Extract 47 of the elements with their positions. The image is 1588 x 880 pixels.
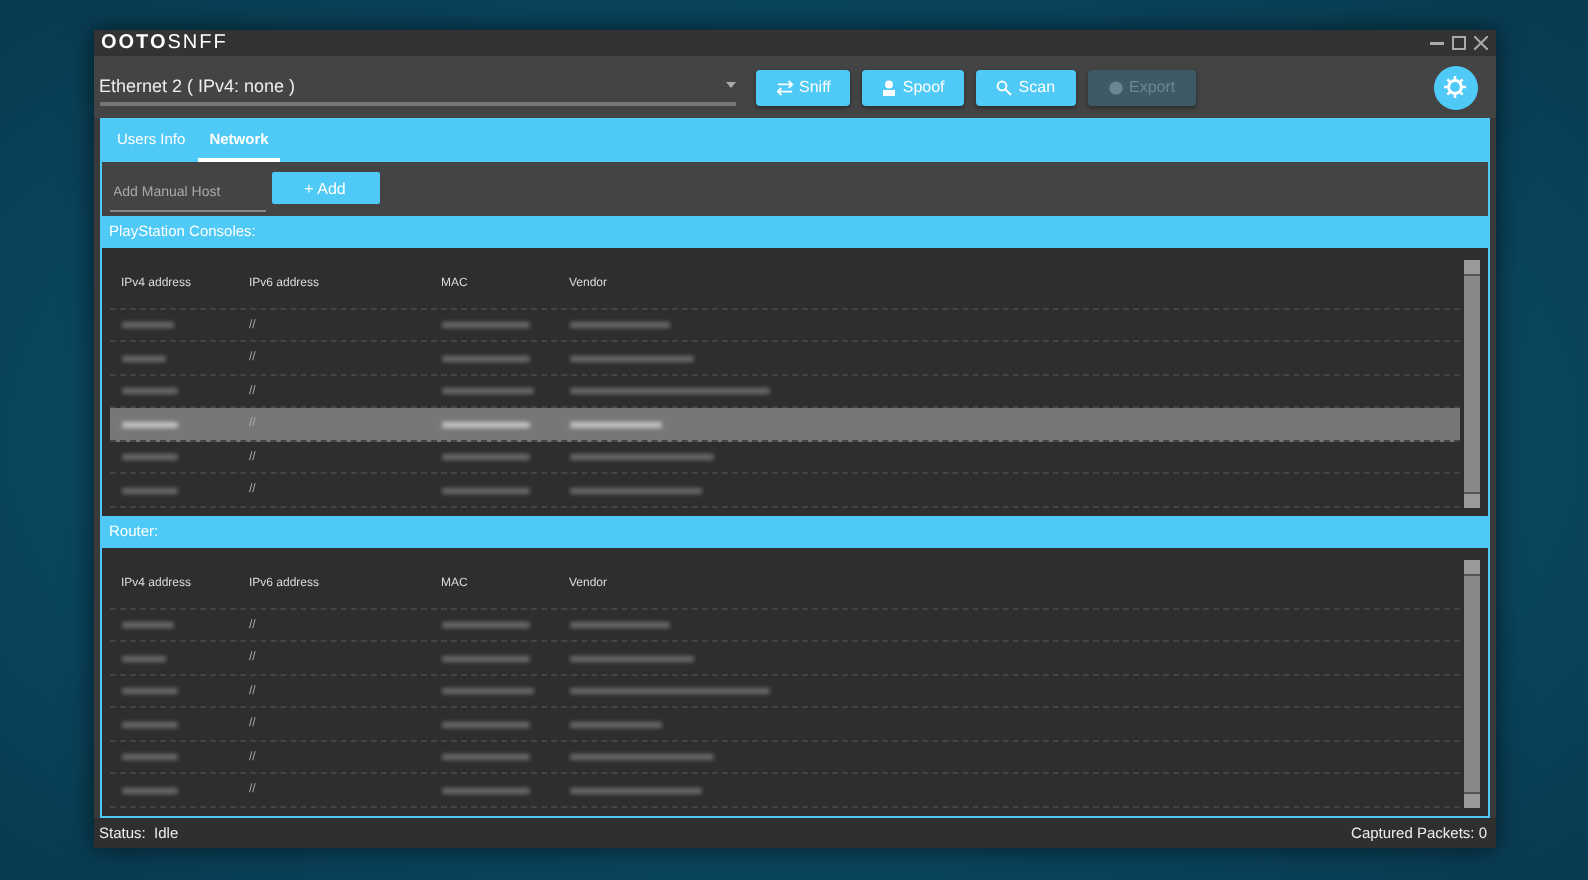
blurred-text bbox=[441, 754, 529, 761]
blurred-text bbox=[441, 454, 529, 461]
blurred-text bbox=[441, 421, 529, 428]
blurred-text bbox=[569, 721, 661, 728]
blurred-text bbox=[121, 754, 177, 761]
close-icon[interactable] bbox=[1473, 36, 1487, 51]
blurred-text bbox=[121, 322, 173, 329]
settings-button[interactable] bbox=[1433, 65, 1477, 110]
scrollbar[interactable] bbox=[1463, 259, 1479, 508]
blurred-text bbox=[121, 388, 177, 395]
blurred-text bbox=[569, 454, 713, 461]
blurred-text bbox=[569, 355, 693, 362]
arrows-icon bbox=[775, 79, 793, 96]
blurred-text bbox=[441, 787, 529, 794]
blurred-text bbox=[121, 355, 165, 362]
blurred-text bbox=[441, 388, 533, 395]
blurred-text bbox=[569, 487, 701, 494]
blurred-text bbox=[569, 655, 693, 662]
scrollbar[interactable] bbox=[1463, 559, 1479, 808]
settings-icon bbox=[1444, 76, 1466, 99]
blurred-text bbox=[569, 754, 713, 761]
app-logo: OOTOSNFF bbox=[101, 32, 228, 55]
blurred-text bbox=[121, 655, 165, 662]
minimize-icon[interactable] bbox=[1429, 36, 1443, 51]
blurred-text bbox=[569, 787, 701, 794]
blurred-text bbox=[121, 787, 177, 794]
blurred-text bbox=[569, 622, 669, 629]
blurred-text bbox=[441, 487, 529, 494]
blurred-text bbox=[121, 688, 177, 695]
blurred-text bbox=[121, 421, 177, 428]
search-icon bbox=[996, 79, 1013, 96]
blurred-text bbox=[569, 322, 669, 329]
blurred-text bbox=[121, 622, 173, 629]
blurred-text bbox=[121, 454, 177, 461]
blurred-text bbox=[569, 421, 661, 428]
blurred-text bbox=[441, 622, 529, 629]
caret-icon bbox=[725, 82, 735, 89]
blurred-text bbox=[121, 721, 177, 728]
person-icon bbox=[882, 79, 897, 96]
blurred-text bbox=[441, 355, 529, 362]
blurred-text bbox=[441, 688, 533, 695]
interface-dropdown[interactable]: Ethernet 2 ( IPv4: none ) bbox=[99, 69, 735, 106]
blurred-text bbox=[441, 655, 529, 662]
blurred-text bbox=[121, 487, 177, 494]
blurred-text bbox=[441, 322, 529, 329]
maximize-icon[interactable] bbox=[1451, 36, 1465, 51]
blurred-text bbox=[441, 721, 529, 728]
